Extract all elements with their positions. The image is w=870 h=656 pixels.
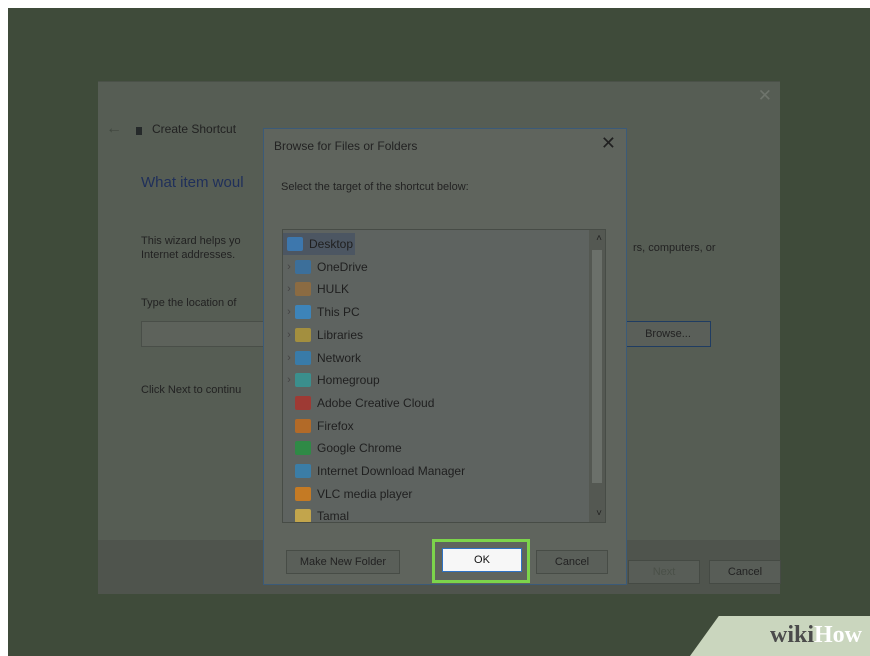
tree-item-label: OneDrive <box>317 259 368 274</box>
tree-item-label: HULK <box>317 282 350 297</box>
pc-icon <box>295 305 311 320</box>
ok-button[interactable]: OK <box>442 548 522 572</box>
tree-item-label: This PC <box>317 305 360 320</box>
tree-item-label: Desktop <box>309 237 354 251</box>
tree-item[interactable]: ›Tamal <box>283 505 583 523</box>
desktop-icon <box>287 237 303 251</box>
expand-chevron-icon[interactable]: › <box>283 374 295 386</box>
network-icon <box>295 350 311 365</box>
user-icon <box>295 282 311 297</box>
location-input[interactable] <box>141 321 283 347</box>
tree-item[interactable]: ›VLC media player <box>283 483 583 505</box>
tree-item[interactable]: ›Desktop <box>283 233 355 255</box>
wizard-heading: What item woul <box>141 174 244 191</box>
tree-item[interactable]: › Libraries <box>283 324 583 346</box>
next-button[interactable]: Next <box>628 560 700 584</box>
make-new-folder-button[interactable]: Make New Folder <box>286 550 400 574</box>
logo-wiki: wiki <box>769 622 814 648</box>
tree-item-label: Homegroup <box>317 373 380 388</box>
tree-item[interactable]: › HULK <box>283 278 583 300</box>
expand-chevron-icon[interactable]: › <box>283 283 295 295</box>
expand-chevron-icon[interactable]: › <box>283 352 295 364</box>
folder-icon <box>295 509 311 522</box>
tree-scrollbar[interactable]: ˄ ˅ <box>589 230 605 522</box>
folder-tree[interactable]: ˄ ˅ ›Desktop›OneDrive›HULK›This PC›Libra… <box>282 229 606 523</box>
tree-item[interactable]: › OneDrive <box>283 256 583 278</box>
tree-item[interactable]: ›Firefox <box>283 415 583 437</box>
tree-item[interactable]: › Homegroup <box>283 369 583 391</box>
tree-item[interactable]: › This PC <box>283 301 583 323</box>
expand-chevron-icon[interactable]: › <box>283 306 295 318</box>
chrome-icon <box>295 441 311 456</box>
wizard-description: This wizard helps yo Internet addresses. <box>141 234 241 262</box>
firefox-icon <box>295 418 311 433</box>
tree-item-label: Google Chrome <box>317 441 402 456</box>
back-arrow-icon[interactable]: ← <box>106 120 122 138</box>
scroll-down-icon[interactable]: ˅ <box>596 508 602 519</box>
tree-item[interactable]: ›Google Chrome <box>283 437 583 459</box>
logo-how: How <box>814 622 862 648</box>
tree-item[interactable]: ›Adobe Creative Cloud <box>283 392 583 414</box>
dialog-title: Browse for Files or Folders <box>274 139 418 153</box>
tree-item-label: Firefox <box>317 418 354 433</box>
tree-item[interactable]: › Network <box>283 347 583 369</box>
description-continuation: rs, computers, or <box>633 242 716 254</box>
scroll-up-icon[interactable]: ˄ <box>596 233 602 244</box>
wikihow-logo: wikiHow <box>770 622 862 649</box>
expand-chevron-icon[interactable]: › <box>283 261 295 273</box>
tree-item-label: Adobe Creative Cloud <box>317 395 435 410</box>
browse-button[interactable]: Browse... <box>625 321 711 347</box>
scroll-thumb[interactable] <box>592 250 602 483</box>
wizard-title: Create Shortcut <box>152 122 237 136</box>
wizard-close-button[interactable]: ✕ <box>758 86 772 106</box>
tree-item-label: Network <box>317 350 362 365</box>
wizard-cancel-button[interactable]: Cancel <box>709 560 781 584</box>
description-line-2: Internet addresses. <box>141 249 236 261</box>
tree-item-label: VLC media player <box>317 486 413 501</box>
adobe-cc-icon <box>295 395 311 410</box>
dialog-prompt: Select the target of the shortcut below: <box>281 181 469 193</box>
dialog-close-button[interactable]: ✕ <box>601 133 616 154</box>
click-next-text: Click Next to continu <box>141 384 242 396</box>
onedrive-icon <box>295 259 311 274</box>
tree-item-label: Internet Download Manager <box>317 464 466 478</box>
tree-item-label: Tamal <box>317 509 350 523</box>
screenshot-backdrop: ✕ ← Create Shortcut What item woul This … <box>8 8 870 656</box>
browse-dialog: Browse for Files or Folders ✕ Select the… <box>263 128 627 585</box>
homegroup-icon <box>295 373 311 388</box>
shortcut-icon <box>136 127 142 135</box>
vlc-icon <box>295 486 311 501</box>
expand-chevron-icon[interactable]: › <box>283 329 295 341</box>
dialog-cancel-button[interactable]: Cancel <box>536 550 608 574</box>
libraries-icon <box>295 327 311 342</box>
location-label: Type the location of <box>141 297 237 309</box>
tree-item[interactable]: ›Internet Download Manager <box>283 460 583 482</box>
idm-icon <box>295 464 311 478</box>
description-line-1: This wizard helps yo <box>141 235 241 247</box>
tree-item-label: Libraries <box>317 327 364 342</box>
